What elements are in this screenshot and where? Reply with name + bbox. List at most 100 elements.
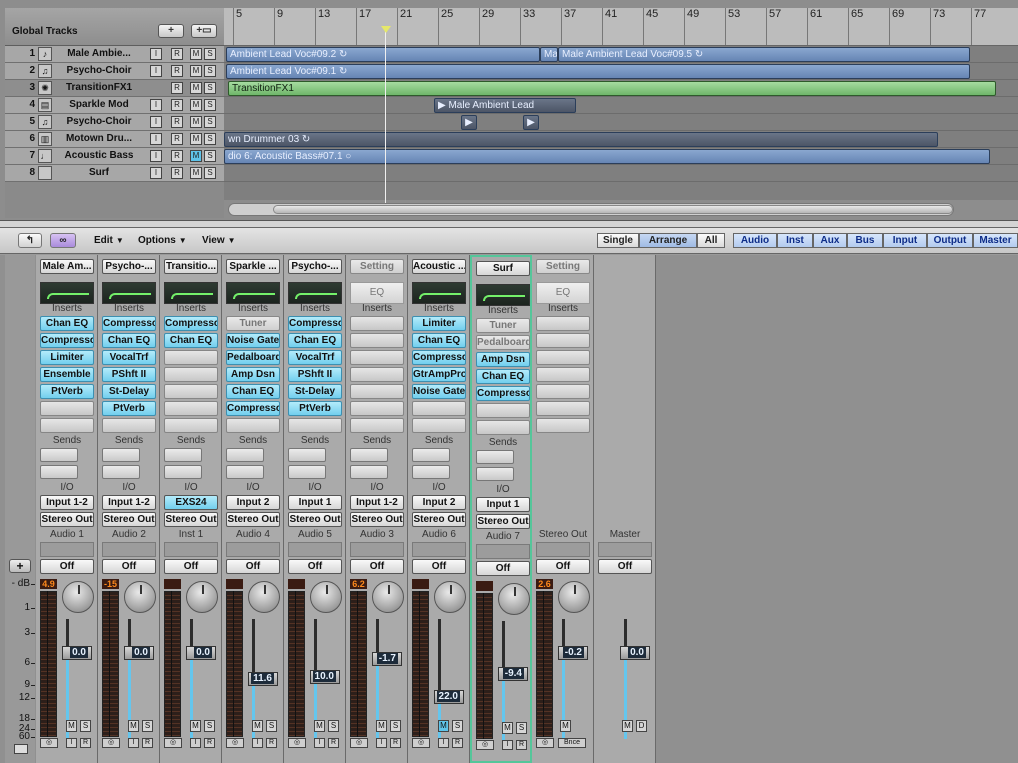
input-monitor-button[interactable]: I: [252, 738, 263, 748]
track-i-button[interactable]: I: [150, 133, 162, 145]
output-slot[interactable]: Stereo Out: [226, 512, 280, 527]
track-r-button[interactable]: R: [171, 99, 183, 111]
volume-fader[interactable]: -0.2: [558, 645, 588, 660]
all-button[interactable]: All: [697, 233, 725, 248]
output-slot[interactable]: Stereo Out: [288, 512, 342, 527]
insert-slot-empty[interactable]: [350, 316, 404, 331]
send-slot[interactable]: [102, 465, 140, 479]
peak-level-display[interactable]: 2.6: [536, 579, 553, 589]
eq-thumbnail[interactable]: [40, 282, 94, 304]
track-name[interactable]: Motown Dru...: [57, 133, 141, 144]
channel-strip[interactable]: Master Off 0.0 M D: [594, 255, 656, 763]
insert-slot[interactable]: Compresso: [164, 316, 218, 331]
region-small-a[interactable]: ▶: [461, 115, 477, 130]
back-arrow-icon[interactable]: ↰: [18, 233, 42, 248]
input-slot[interactable]: Input 2: [226, 495, 280, 510]
insert-slot[interactable]: Compresso: [288, 316, 342, 331]
add-track-button[interactable]: +: [158, 24, 184, 38]
options-menu[interactable]: Options ▼: [138, 233, 187, 248]
track-header[interactable]: 4 ▤ Sparkle Mod I R M S: [5, 97, 224, 114]
track-s-button[interactable]: S: [204, 82, 216, 94]
volume-fader[interactable]: 0.0: [124, 645, 154, 660]
solo-button[interactable]: S: [266, 720, 277, 732]
eq-thumbnail[interactable]: [476, 284, 530, 306]
track-name[interactable]: Male Ambie...: [57, 48, 141, 59]
track-r-button[interactable]: R: [171, 167, 183, 179]
output-slot[interactable]: Stereo Out: [40, 512, 94, 527]
playhead-marker[interactable]: [381, 26, 391, 33]
insert-slot[interactable]: Compresso: [476, 386, 530, 401]
mute-button[interactable]: M: [314, 720, 325, 732]
eq-thumbnail[interactable]: EQ: [350, 282, 404, 304]
mute-button[interactable]: M: [252, 720, 263, 732]
insert-slot[interactable]: Chan EQ: [288, 333, 342, 348]
channel-strip[interactable]: Setting EQ Inserts Stereo Out Off 2.6 -0.2 M Bnc…: [532, 255, 594, 763]
filter-inst-button[interactable]: Inst: [777, 233, 813, 248]
insert-slot-empty[interactable]: [536, 316, 590, 331]
peak-level-display[interactable]: 4.9: [40, 579, 57, 589]
input-monitor-button[interactable]: I: [438, 738, 449, 748]
group-slot[interactable]: [102, 542, 156, 557]
insert-slot[interactable]: Compresso: [40, 333, 94, 348]
automation-mode-button[interactable]: Off: [476, 561, 530, 576]
output-slot[interactable]: Stereo Out: [164, 512, 218, 527]
solo-button[interactable]: S: [80, 720, 91, 732]
lane-8[interactable]: [224, 165, 1018, 182]
track-name[interactable]: Psycho-Choir: [57, 65, 141, 76]
channel-strip[interactable]: Transitio... Inserts Compresso Chan EQ Sends…: [160, 255, 222, 763]
channel-strip[interactable]: Surf Inserts Tuner Pedalboard Amp Dsn Chan EQ…: [470, 255, 532, 763]
input-monitor-button[interactable]: I: [502, 740, 513, 750]
lane-1[interactable]: Ambient Lead Voc#09.2 ↻ Ma Male Ambient …: [224, 46, 1018, 63]
input-slot[interactable]: Input 1-2: [40, 495, 94, 510]
solo-button[interactable]: S: [516, 722, 527, 734]
channel-strip[interactable]: Psycho-... Inserts Compresso Chan EQ VocalTr…: [98, 255, 160, 763]
send-slot[interactable]: [164, 465, 202, 479]
lane-4[interactable]: ▶ Male Ambient Lead: [224, 97, 1018, 114]
automation-mode-button[interactable]: Off: [412, 559, 466, 574]
format-button[interactable]: ◎: [164, 738, 182, 748]
lane-2[interactable]: Ambient Lead Voc#09.1 ↻: [224, 63, 1018, 80]
global-tracks-header[interactable]: Global Tracks + +▭: [5, 8, 224, 46]
record-enable-button[interactable]: R: [80, 738, 91, 748]
track-s-button[interactable]: S: [204, 116, 216, 128]
peak-level-display[interactable]: [164, 579, 181, 589]
send-slot[interactable]: [476, 467, 514, 481]
eq-thumbnail[interactable]: [288, 282, 342, 304]
dim-button[interactable]: D: [636, 720, 647, 732]
insert-slot[interactable]: PShft II: [288, 367, 342, 382]
insert-slot-empty[interactable]: [350, 384, 404, 399]
channel-strip[interactable]: Male Am... Inserts Chan EQ Compresso Limiter…: [36, 255, 98, 763]
insert-slot[interactable]: Noise Gate: [226, 333, 280, 348]
insert-slot[interactable]: Compresso: [412, 350, 466, 365]
track-header[interactable]: 1 ♪ Male Ambie... I R M S: [5, 46, 224, 63]
pan-knob[interactable]: [310, 581, 342, 613]
insert-slot-empty[interactable]: [476, 403, 530, 418]
mute-button[interactable]: M: [560, 720, 571, 732]
track-i-button[interactable]: I: [150, 167, 162, 179]
insert-slot[interactable]: GtrAmpPro: [412, 367, 466, 382]
track-r-button[interactable]: R: [171, 48, 183, 60]
track-i-button[interactable]: I: [150, 116, 162, 128]
record-enable-button[interactable]: R: [266, 738, 277, 748]
group-slot[interactable]: [350, 542, 404, 557]
input-monitor-button[interactable]: I: [128, 738, 139, 748]
insert-slot[interactable]: Noise Gate: [412, 384, 466, 399]
insert-slot[interactable]: Limiter: [412, 316, 466, 331]
mute-button[interactable]: M: [376, 720, 387, 732]
track-header[interactable]: 8 Surf I R M S: [5, 165, 224, 182]
insert-slot-empty[interactable]: [536, 418, 590, 433]
record-enable-button[interactable]: R: [516, 740, 527, 750]
filter-aux-button[interactable]: Aux: [813, 233, 847, 248]
insert-slot[interactable]: Amp Dsn: [226, 367, 280, 382]
peak-level-display[interactable]: -15: [102, 579, 119, 589]
group-slot[interactable]: [288, 542, 342, 557]
track-r-button[interactable]: R: [171, 65, 183, 77]
region-ambient-lead-09-2[interactable]: Ambient Lead Voc#09.2 ↻: [226, 47, 540, 62]
track-header[interactable]: 2 ♫ Psycho-Choir I R M S: [5, 63, 224, 80]
track-i-button[interactable]: I: [150, 65, 162, 77]
eq-thumbnail[interactable]: [102, 282, 156, 304]
track-s-button[interactable]: S: [204, 167, 216, 179]
track-name[interactable]: TransitionFX1: [57, 82, 141, 93]
peak-level-display[interactable]: [412, 579, 429, 589]
insert-slot-empty[interactable]: [40, 401, 94, 416]
